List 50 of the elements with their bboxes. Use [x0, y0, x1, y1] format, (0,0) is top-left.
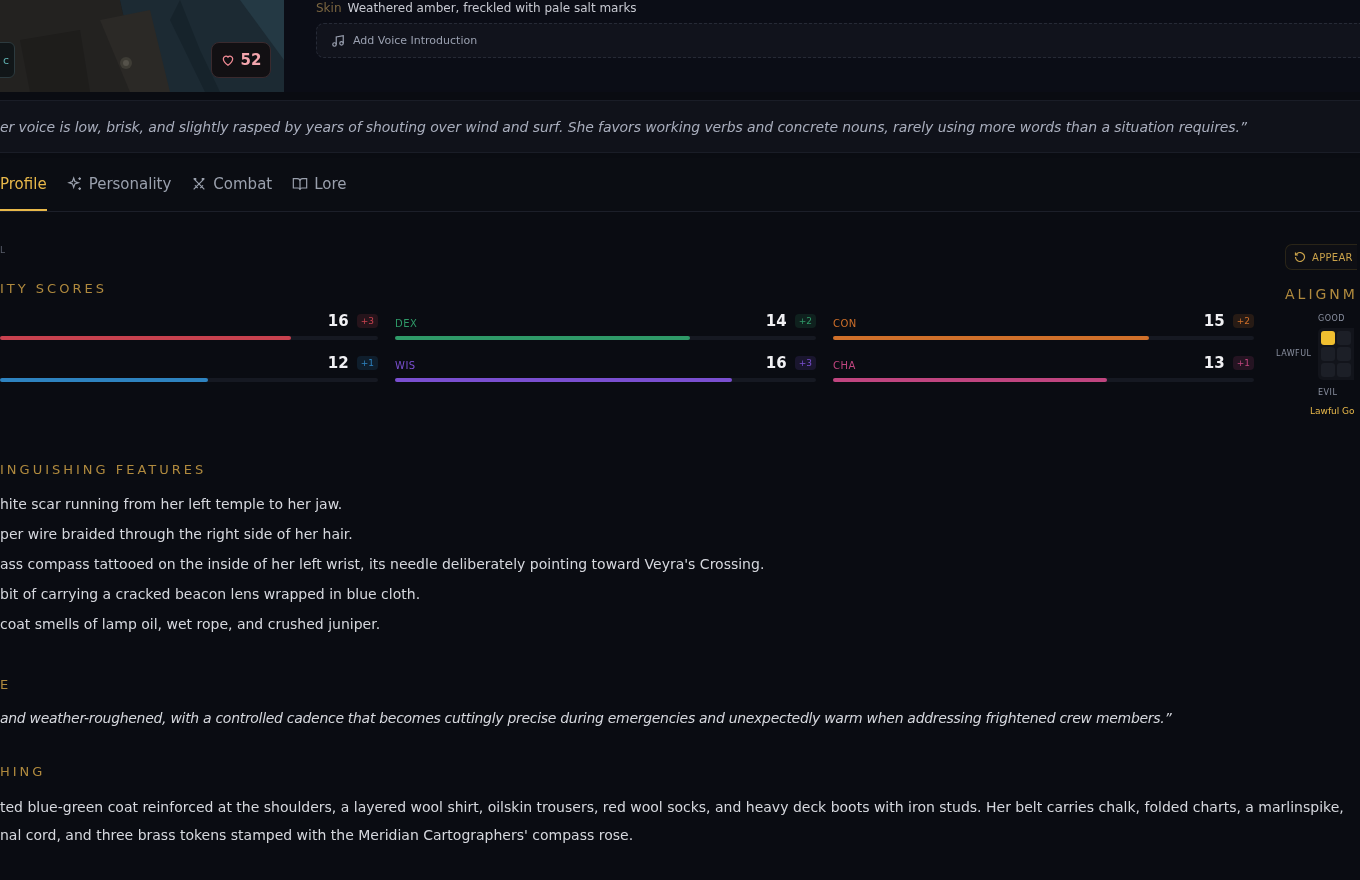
section-label: L — [0, 245, 8, 257]
modifier-badge: +2 — [1232, 314, 1254, 328]
stat-label: CON — [833, 317, 857, 329]
section-heading: INGUISHING FEATURES — [0, 462, 207, 477]
book-icon — [292, 175, 309, 192]
modifier-badge: +1 — [356, 356, 378, 370]
alignment-cell[interactable] — [1321, 331, 1335, 345]
tab[interactable]: Lore — [292, 158, 347, 211]
music-note-icon — [331, 33, 345, 48]
axis-label: GOOD — [1318, 314, 1346, 324]
appearance-button[interactable]: APPEAR — [1285, 244, 1357, 270]
tab[interactable]: Profile — [0, 158, 47, 211]
feature-item: coat smells of lamp oil, wet rope, and crushed juniper. — [0, 615, 382, 634]
add-voice-button[interactable]: Add Voice Introduction — [316, 23, 1360, 58]
field-value: Weathered amber, freckled with pale salt marks — [347, 1, 637, 17]
voice-quote: er voice is low, brisk, and slightly rasped by years of shouting over wind and surf. She favors working verbs and concrete nouns, rarely using more words than a situation requires.” — [0, 118, 1247, 135]
modifier-badge: +3 — [794, 356, 816, 370]
stat-value: 12 — [327, 354, 349, 372]
modifier-badge: +2 — [794, 314, 816, 328]
feature-item: bit of carrying a cracked beacon lens wrapped in blue cloth. — [0, 585, 422, 604]
stat-value: 15 — [1203, 312, 1225, 330]
clothing-description: ted blue-green coat reinforced at the shoulders, a layered wool shirt, oilskin trousers, red wool socks, and heavy deck boots with iron studs. Her belt carries chalk, folded charts, a marlinspike, nal cord, and three brass tokens stamped with the Meridian Cartographers' compass rose. — [0, 798, 1345, 845]
tab[interactable]: Combat — [191, 158, 273, 211]
modifier-badge: +1 — [1232, 356, 1254, 370]
heart-icon — [220, 53, 235, 67]
stat-value: 16 — [765, 354, 787, 372]
section-heading: HING — [0, 764, 46, 779]
stat-value: 13 — [1203, 354, 1225, 372]
section-heading: E — [0, 677, 12, 692]
axis-label: EVIL — [1318, 388, 1339, 398]
refresh-icon — [1294, 251, 1306, 263]
axis-label: LAWFUL — [1276, 349, 1313, 359]
sparkle-icon — [66, 175, 83, 192]
alignment-result: Lawful Go — [1310, 406, 1356, 416]
stat-label: DEX — [395, 317, 418, 329]
tag-badge: c — [0, 42, 15, 78]
stat-label: CHA — [833, 359, 856, 371]
field-label: Skin — [316, 1, 342, 17]
tab[interactable]: Personality — [66, 158, 172, 211]
feature-item: ass compass tattooed on the inside of her left wrist, its needle deliberately pointing toward Veyra's Crossing. — [0, 555, 766, 574]
section-heading: ALIGNM — [1285, 286, 1358, 302]
like-button[interactable]: 52 — [211, 42, 271, 78]
stat-value: 14 — [765, 312, 787, 330]
voice-description: and weather-roughened, with a controlled cadence that becomes cuttingly precise during emergencies and unexpectedly warm when addressing frightened crew members.” — [0, 710, 1173, 726]
modifier-badge: +3 — [356, 314, 378, 328]
feature-item: hite scar running from her left temple to her jaw. — [0, 495, 344, 514]
stat-label: WIS — [395, 359, 416, 371]
feature-item: per wire braided through the right side of her hair. — [0, 525, 354, 544]
section-heading: ITY SCORES — [0, 281, 107, 296]
stat-value: 16 — [327, 312, 349, 330]
